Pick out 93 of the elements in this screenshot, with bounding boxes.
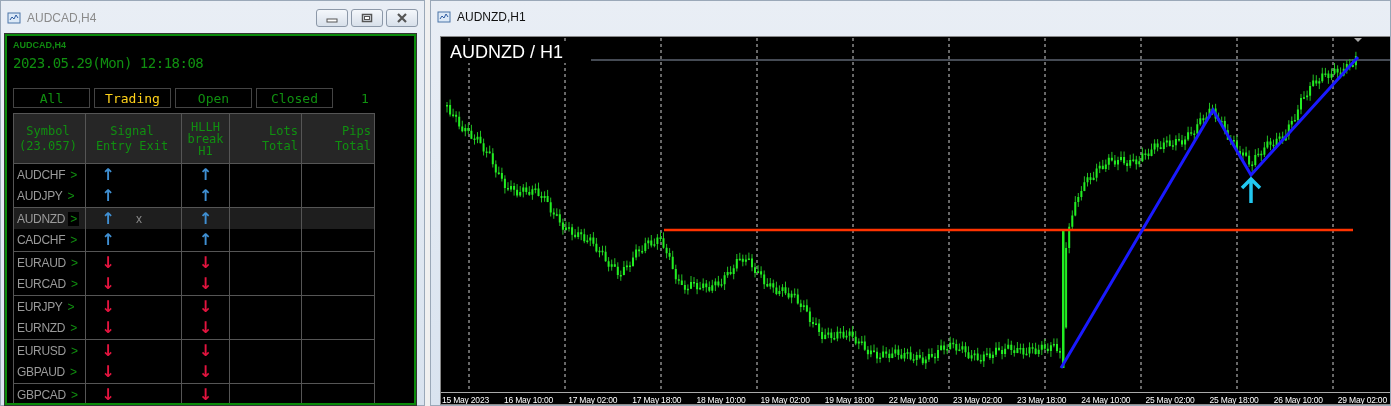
close-icon [396, 12, 408, 23]
entry-signal: ↓ [101, 318, 115, 338]
chevron-button[interactable]: > [68, 277, 80, 291]
table-row[interactable]: GBPAUD > ↓ ↓ [14, 361, 374, 383]
window-title: AUDCAD,H4 [27, 10, 97, 25]
filter-tab[interactable]: All [13, 88, 90, 108]
chevron-button[interactable]: > [68, 233, 80, 247]
filter-tab[interactable]: Open [175, 88, 252, 108]
restore-button[interactable] [351, 8, 383, 27]
entry-signal: ↑ [101, 164, 115, 185]
hllh-signal: ↓ [198, 274, 213, 294]
hllh-signal: ↑ [198, 230, 213, 250]
axis-label: 25 May 02:00 [1144, 394, 1195, 404]
filter-tab[interactable]: Trading [94, 88, 171, 108]
axis-label: 24 May 10:00 [1080, 394, 1131, 404]
axis-label: 15 May 2023 [441, 394, 489, 404]
chevron-button[interactable]: > [68, 321, 80, 335]
table-row[interactable]: CADCHF > ↑ ↑ [14, 229, 374, 251]
axis-label: 16 May 10:00 [503, 394, 554, 404]
entry-signal: ↑ [101, 230, 115, 250]
up-arrow-icon [1240, 176, 1262, 205]
hllh-signal: ↓ [198, 340, 213, 361]
symbol-label: EURJPY [17, 299, 63, 314]
exit-mark: x [136, 211, 142, 226]
hllh-signal: ↓ [198, 384, 213, 403]
entry-signal: ↑ [101, 186, 115, 206]
symbol-label: GBPCAD [17, 387, 66, 402]
chevron-button[interactable]: > [68, 365, 79, 379]
table-row[interactable]: EURAUD > ↓ ↓ [14, 251, 374, 273]
symbol-label: EURCAD [17, 277, 66, 291]
hllh-signal: ↑ [198, 164, 213, 185]
symbol-label: EURAUD [17, 255, 66, 270]
axis-label: 17 May 02:00 [567, 394, 618, 404]
table-row[interactable]: EURCAD > ↓ ↓ [14, 273, 374, 295]
axis-label: 18 May 10:00 [695, 394, 746, 404]
axis-label: 17 May 18:00 [631, 394, 682, 404]
hllh-signal: ↓ [198, 296, 213, 317]
close-button[interactable] [386, 8, 418, 27]
symbol-label: GBPAUD [17, 365, 65, 379]
symbol-label: AUDCHF [17, 167, 66, 182]
trade-count: 1 [361, 90, 369, 106]
symbol-label: CADCHF [17, 233, 66, 247]
entry-signal: ↓ [101, 340, 115, 361]
axis-label: 19 May 02:00 [759, 394, 810, 404]
column-header: Lots Total [230, 114, 302, 163]
filter-tab[interactable]: Closed [256, 88, 333, 108]
column-header: HLLH break H1 [182, 114, 230, 163]
chart-window-icon [437, 9, 451, 24]
chevron-button[interactable]: > [68, 167, 80, 182]
restore-icon [361, 12, 373, 23]
table-row[interactable]: AUDCHF > ↑ ↑ [14, 163, 374, 185]
hllh-signal: ↑ [198, 208, 213, 229]
axis-label: 26 May 10:00 [1272, 394, 1323, 404]
symbol-label: AUDJPY [17, 189, 63, 203]
table-row[interactable]: EURNZD > ↓ ↓ [14, 317, 374, 339]
symbol-label: EURUSD [17, 343, 66, 358]
price-marker-icon [1354, 38, 1362, 42]
date-time: 2023.05.29(Mon) 12:18:08 [13, 55, 205, 71]
hllh-signal: ↓ [198, 318, 213, 338]
table-row[interactable]: EURJPY > ↓ ↓ [14, 295, 374, 317]
window-title: AUDNZD,H1 [457, 9, 526, 24]
chevron-button[interactable]: > [68, 387, 80, 402]
chevron-button[interactable]: > [68, 343, 80, 358]
symbol-label: AUDNZD [17, 211, 66, 226]
entry-signal: ↓ [101, 362, 115, 382]
column-header: Pips Total [333, 122, 372, 155]
chevron-button[interactable]: > [68, 211, 80, 226]
symbol-label: EURNZD [17, 321, 66, 335]
entry-signal: ↓ [101, 296, 115, 317]
hllh-signal: ↓ [198, 362, 213, 382]
entry-signal: ↓ [101, 274, 115, 294]
column-header: Signal Entry Exit [86, 114, 182, 163]
table-row[interactable]: GBPCAD > ↓ ↓ [14, 383, 374, 403]
axis-label: 23 May 18:00 [1016, 394, 1067, 404]
chevron-button[interactable]: > [65, 299, 77, 314]
axis-label: 25 May 18:00 [1208, 394, 1259, 404]
entry-signal: ↓ [101, 384, 115, 403]
axis-label: 29 May 02:00 [1336, 394, 1387, 404]
chevron-button[interactable]: > [65, 189, 77, 203]
table-row[interactable]: EURUSD > ↓ ↓ [14, 339, 374, 361]
column-header: Symbol (23.057) [14, 114, 86, 163]
panel-caption: AUDCAD,H4 [13, 39, 67, 50]
table-row[interactable]: AUDNZD > ↑ x ↑ [14, 207, 374, 229]
chart-window-icon [7, 10, 21, 25]
hllh-signal: ↑ [198, 186, 213, 206]
axis-label: 23 May 02:00 [951, 394, 1003, 404]
axis-label: 22 May 10:00 [887, 394, 938, 404]
chart-title: AUDNZD / H1 [450, 42, 567, 63]
entry-signal: ↓ [101, 252, 115, 273]
entry-signal: ↑ [101, 208, 115, 229]
chevron-button[interactable]: > [68, 255, 80, 270]
axis-label: 19 May 18:00 [823, 394, 874, 404]
hllh-signal: ↓ [198, 252, 213, 273]
